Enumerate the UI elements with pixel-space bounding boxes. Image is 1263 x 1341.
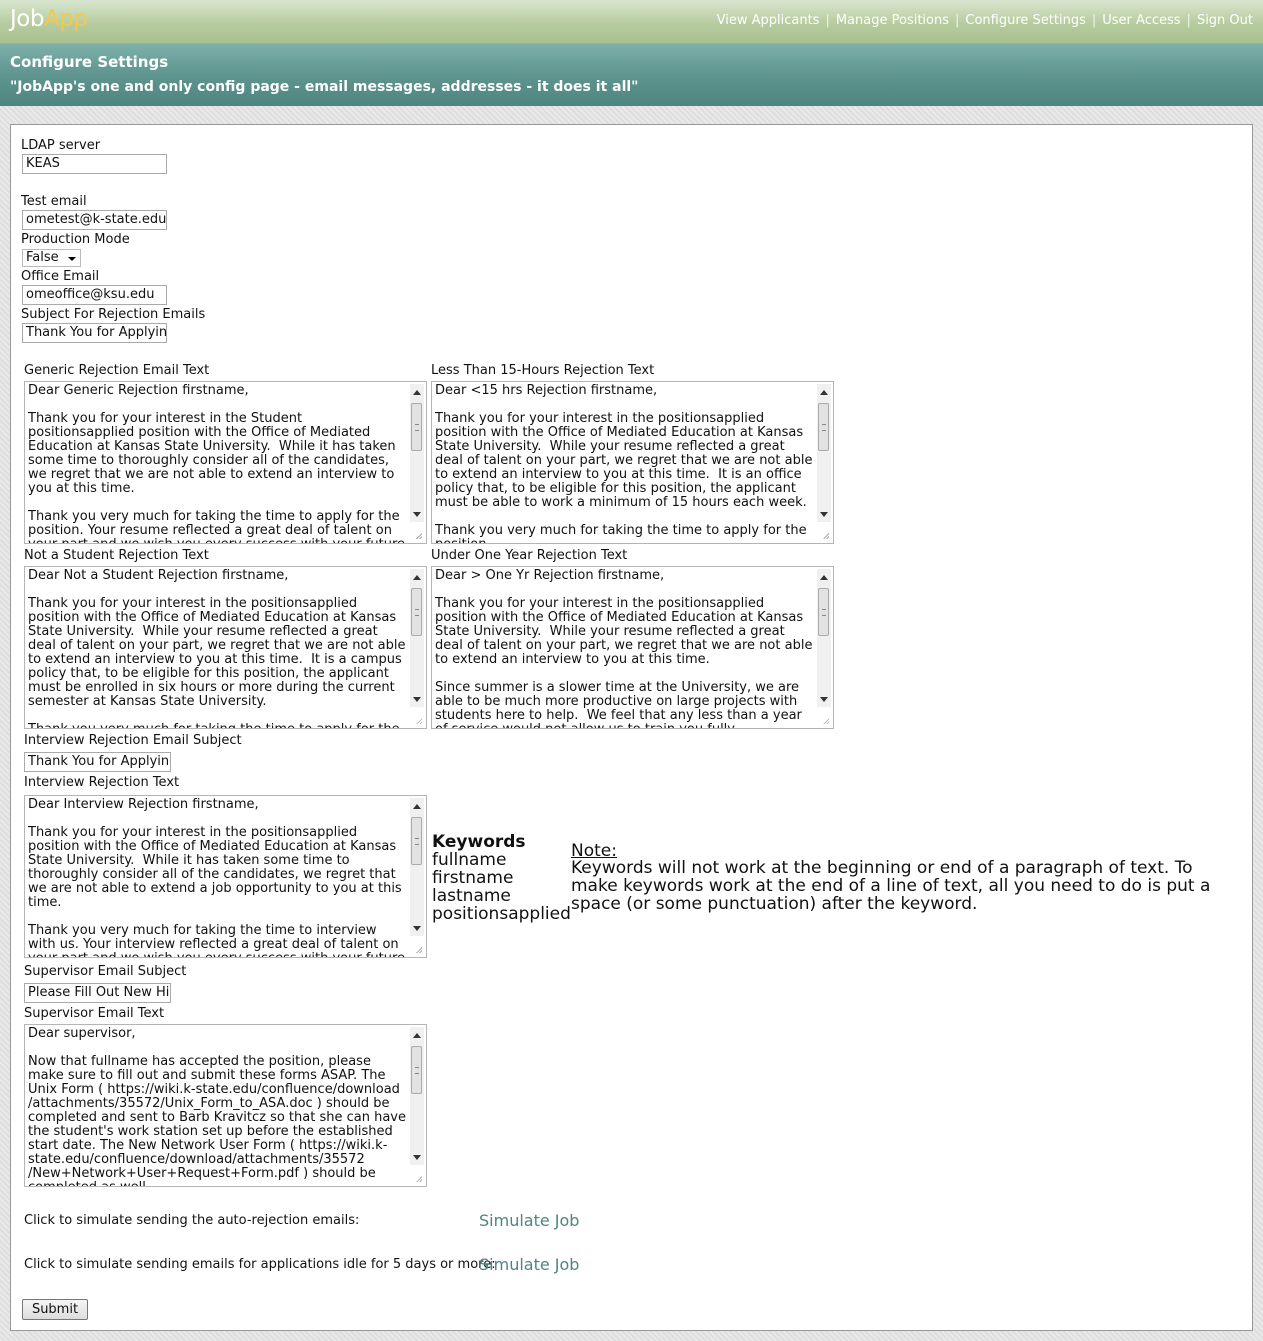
scroll-down-icon[interactable] — [413, 512, 421, 517]
logo-job-text: Job — [10, 6, 44, 32]
resize-grip-icon[interactable] — [416, 1176, 422, 1182]
keyword-item: positionsapplied — [432, 904, 571, 924]
keyword-item: firstname — [432, 868, 514, 888]
rejection-subject-input[interactable]: Thank You for Applying — [22, 323, 167, 343]
production-mode-select[interactable]: False — [22, 249, 81, 267]
page-header: Configure Settings "JobApp's one and onl… — [0, 44, 1263, 106]
scroll-thumb[interactable] — [411, 588, 422, 636]
app-logo[interactable]: JobApp — [10, 6, 88, 32]
under-one-year-textarea[interactable]: Dear > One Yr Rejection firstname, Thank… — [431, 566, 834, 729]
scroll-down-icon[interactable] — [413, 1155, 421, 1160]
not-a-student-text: Dear Not a Student Rejection firstname, … — [28, 568, 406, 729]
logo-app-text: App — [43, 6, 88, 32]
scrollbar[interactable] — [817, 569, 831, 707]
nav-separator: | — [1186, 13, 1191, 28]
nav-view-applicants[interactable]: View Applicants — [717, 13, 820, 28]
scroll-up-icon[interactable] — [820, 575, 828, 580]
ldap-server-label: LDAP server — [21, 138, 101, 153]
scroll-up-icon[interactable] — [413, 390, 421, 395]
keyword-item: fullname — [432, 850, 507, 870]
less-than-15-hours-text: Dear <15 hrs Rejection firstname, Thank … — [435, 383, 813, 544]
production-mode-value: False — [26, 250, 59, 265]
less-than-15-hours-textarea[interactable]: Dear <15 hrs Rejection firstname, Thank … — [431, 381, 834, 544]
under-one-year-text: Dear > One Yr Rejection firstname, Thank… — [435, 568, 813, 729]
supervisor-email-text: Dear supervisor, Now that fullname has a… — [28, 1026, 406, 1187]
less-than-15-hours-label: Less Than 15-Hours Rejection Text — [431, 363, 655, 378]
interview-rejection-textarea[interactable]: Dear Interview Rejection firstname, Than… — [24, 795, 427, 958]
scroll-thumb[interactable] — [411, 1046, 422, 1094]
generic-rejection-textarea[interactable]: Dear Generic Rejection firstname, Thank … — [24, 381, 427, 544]
scroll-up-icon[interactable] — [413, 804, 421, 809]
scrollbar[interactable] — [410, 384, 424, 522]
nav-configure-settings[interactable]: Configure Settings — [965, 13, 1085, 28]
resize-grip-icon[interactable] — [416, 718, 422, 724]
interview-rejection-label: Interview Rejection Text — [24, 775, 180, 790]
test-email-input[interactable]: ometest@k-state.edu — [22, 210, 167, 230]
simulate-idle-link[interactable]: Simulate Job — [479, 1255, 579, 1274]
scroll-down-icon[interactable] — [413, 697, 421, 702]
generic-rejection-text: Dear Generic Rejection firstname, Thank … — [28, 383, 405, 544]
keywords-title: Keywords — [432, 832, 526, 852]
resize-grip-icon[interactable] — [823, 533, 829, 539]
supervisor-subject-label: Supervisor Email Subject — [24, 964, 187, 979]
scroll-down-icon[interactable] — [820, 512, 828, 517]
ldap-server-input[interactable]: KEAS — [22, 154, 167, 174]
note-text: Keywords will not work at the beginning … — [571, 858, 1211, 914]
scroll-down-icon[interactable] — [820, 697, 828, 702]
scrollbar[interactable] — [817, 384, 831, 522]
page-subtitle: "JobApp's one and only config page - ema… — [10, 79, 639, 95]
settings-form-panel: LDAP server KEAS Test email ometest@k-st… — [10, 124, 1253, 1331]
test-email-label: Test email — [21, 194, 87, 209]
resize-grip-icon[interactable] — [416, 947, 422, 953]
nav-sign-out[interactable]: Sign Out — [1197, 13, 1253, 28]
rejection-subject-label: Subject For Rejection Emails — [21, 307, 206, 322]
scrollbar[interactable] — [410, 569, 424, 707]
production-mode-label: Production Mode — [21, 232, 130, 247]
nav-separator: | — [955, 13, 960, 28]
supervisor-email-textarea[interactable]: Dear supervisor, Now that fullname has a… — [24, 1024, 427, 1187]
scroll-down-icon[interactable] — [413, 926, 421, 931]
keyword-item: lastname — [432, 886, 511, 906]
interview-subject-label: Interview Rejection Email Subject — [24, 733, 242, 748]
scroll-up-icon[interactable] — [413, 575, 421, 580]
nav-separator: | — [1091, 13, 1097, 28]
simulate-auto-rejection-label: Click to simulate sending the auto-rejec… — [24, 1213, 360, 1228]
simulate-auto-rejection-link[interactable]: Simulate Job — [479, 1211, 579, 1230]
scroll-thumb[interactable] — [411, 817, 422, 865]
nav-manage-positions[interactable]: Manage Positions — [836, 13, 949, 28]
scroll-up-icon[interactable] — [820, 390, 828, 395]
top-navigation-bar: JobApp View Applicants | Manage Positions |… — [0, 0, 1263, 44]
page-title: Configure Settings — [10, 53, 169, 71]
scrollbar[interactable] — [410, 798, 424, 936]
main-nav: View Applicants | Manage Positions | Configu… — [717, 13, 1253, 28]
not-a-student-label: Not a Student Rejection Text — [24, 548, 209, 563]
scroll-thumb[interactable] — [818, 403, 829, 451]
resize-grip-icon[interactable] — [416, 533, 422, 539]
not-a-student-textarea[interactable]: Dear Not a Student Rejection firstname, … — [24, 566, 427, 729]
scrollbar[interactable] — [410, 1027, 424, 1165]
under-one-year-label: Under One Year Rejection Text — [431, 548, 628, 563]
office-email-label: Office Email — [21, 269, 100, 284]
supervisor-subject-input[interactable]: Please Fill Out New Hire Forms — [24, 983, 171, 1003]
simulate-idle-label: Click to simulate sending emails for app… — [24, 1257, 496, 1272]
generic-rejection-label: Generic Rejection Email Text — [24, 363, 210, 378]
scroll-up-icon[interactable] — [413, 1033, 421, 1038]
submit-button[interactable]: Submit — [22, 1299, 88, 1320]
nav-separator: | — [825, 13, 830, 28]
office-email-input[interactable]: omeoffice@ksu.edu — [22, 285, 167, 305]
chevron-down-icon — [68, 257, 76, 261]
interview-subject-input[interactable]: Thank You for Applying — [24, 752, 171, 772]
supervisor-email-label: Supervisor Email Text — [24, 1006, 165, 1021]
resize-grip-icon[interactable] — [823, 718, 829, 724]
interview-rejection-text: Dear Interview Rejection firstname, Than… — [28, 797, 405, 958]
scroll-thumb[interactable] — [411, 403, 422, 451]
scroll-thumb[interactable] — [818, 588, 829, 636]
nav-user-access[interactable]: User Access — [1102, 13, 1180, 28]
